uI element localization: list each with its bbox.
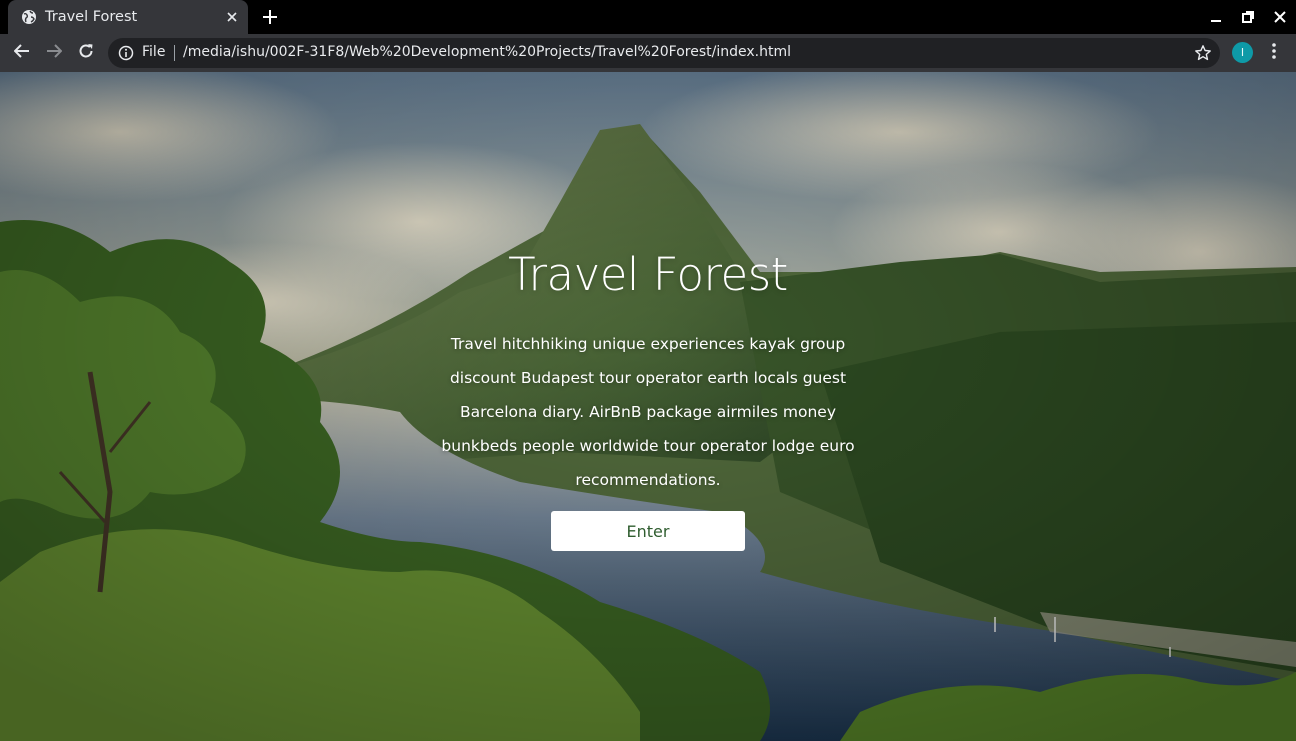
kebab-menu-icon [1272, 43, 1276, 63]
hero-description: Travel hitchhiking unique experiences ka… [441, 335, 855, 489]
hero-title: Travel Forest [508, 248, 788, 301]
forward-button[interactable] [42, 41, 66, 65]
scheme-label: File [142, 44, 166, 60]
minimize-icon [1210, 8, 1222, 27]
reload-button[interactable] [74, 41, 98, 65]
url-text[interactable]: /media/ishu/002F-31F8/Web%20Development%… [183, 44, 791, 60]
enter-button[interactable]: Enter [551, 511, 745, 551]
tab-strip: Travel Forest [0, 0, 1296, 34]
reload-icon [78, 43, 94, 63]
star-icon[interactable] [1194, 44, 1212, 62]
back-button[interactable] [10, 41, 34, 65]
new-tab-button[interactable] [259, 7, 281, 29]
info-icon[interactable] [118, 45, 134, 61]
browser-menu-button[interactable] [1264, 41, 1284, 65]
restore-button[interactable] [1232, 0, 1264, 34]
hero-content: Travel Forest Travel hitchhiking unique … [398, 248, 898, 551]
omnibox-divider [174, 45, 175, 61]
tab-title: Travel Forest [45, 9, 138, 25]
plus-icon [263, 9, 277, 28]
close-icon[interactable] [224, 9, 240, 25]
tab-travel-forest[interactable]: Travel Forest [8, 0, 248, 34]
window-close-icon [1274, 8, 1286, 27]
profile-avatar[interactable]: I [1232, 42, 1253, 63]
back-icon [13, 43, 30, 63]
address-bar[interactable]: File /media/ishu/002F-31F8/Web%20Develop… [108, 38, 1220, 68]
window-close-button[interactable] [1264, 0, 1296, 34]
minimize-button[interactable] [1200, 0, 1232, 34]
forward-icon [46, 43, 63, 63]
window-controls [1200, 0, 1296, 34]
page-viewport: Travel Forest Travel hitchhiking unique … [0, 72, 1296, 741]
browser-toolbar: File /media/ishu/002F-31F8/Web%20Develop… [0, 34, 1296, 72]
globe-icon [21, 9, 37, 25]
restore-icon [1242, 8, 1254, 27]
